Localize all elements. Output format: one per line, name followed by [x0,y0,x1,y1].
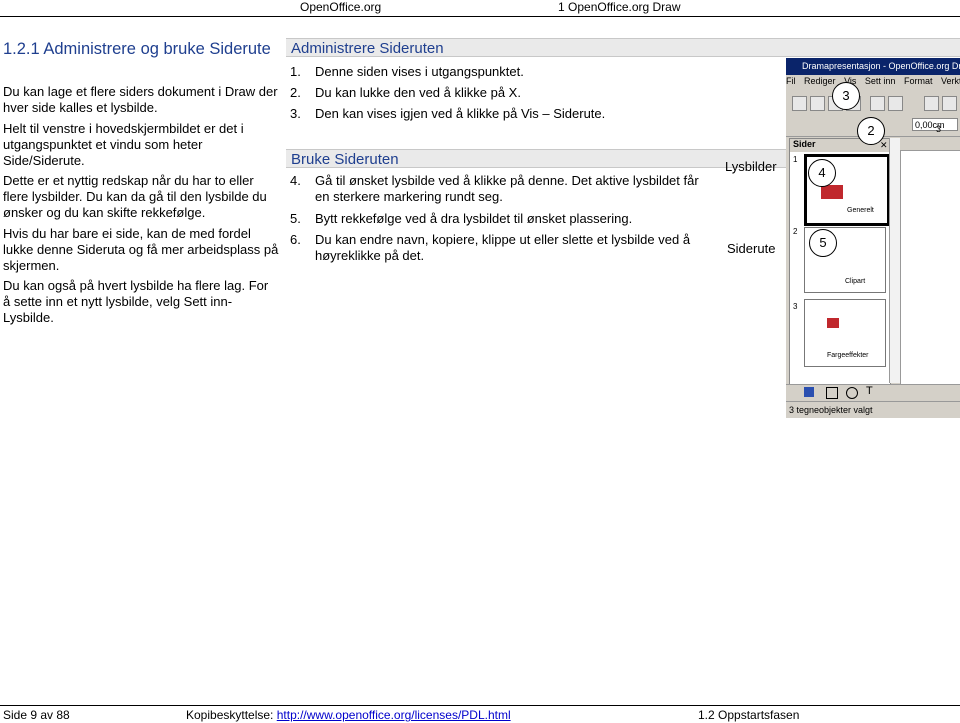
paragraph-4: Hvis du har bare ei side, kan de med for… [3,226,279,274]
slide-thumbnail-3[interactable]: Fargeeffekter [804,299,886,367]
drawing-toolbar: T [786,384,960,401]
list-item: 1. Denne siden vises i utgangspunktet. [290,64,730,80]
toolbar-button[interactable] [792,96,807,111]
item-number: 6. [290,232,301,247]
vertical-ruler [889,138,900,383]
toolbar-button[interactable] [870,96,885,111]
list-item: 2. Du kan lukke den ved å klikke på X. [290,85,730,101]
paragraph-3: Dette er et nyttig redskap når du har to… [3,173,279,221]
header-divider [0,16,960,17]
slide-number: 1 [793,155,798,164]
menu-item-rediger[interactable]: Rediger [804,76,836,86]
menu-item-sett-inn[interactable]: Sett inn [865,76,896,86]
marker-4: 4 [808,159,836,187]
paragraph-text: Dette er et nyttig redskap når du har to… [3,173,267,220]
item-text: Du kan endre navn, kopiere, klippe ut el… [315,232,691,263]
rectangle-tool-icon[interactable] [826,387,838,399]
drawing-canvas[interactable] [900,150,960,387]
menu-bar: Fil Rediger Vis Sett inn Format Verktøy … [786,76,960,90]
slide-pane: Sider ✕ 1 Generelt 2 Clipart 3 Fargeeffe… [789,138,891,385]
menu-item-format[interactable]: Format [904,76,933,86]
slide-caption: Clipart [845,278,866,285]
slide-caption: Fargeeffekter [827,352,869,359]
list-item: 3. Den kan vises igjen ved å klikke på V… [290,106,730,122]
footer-divider [0,705,960,706]
slide-caption: Generelt [847,207,874,214]
paragraph-text: Hvis du har bare ei side, kan de med for… [3,226,279,273]
footer-section: 1.2 Oppstartsfasen [698,708,800,722]
list-item: 6. Du kan endre navn, kopiere, klippe ut… [290,232,720,264]
paragraph-text: Du kan også på hvert lysbilde ha flere l… [3,278,269,325]
item-text: Du kan lukke den ved å klikke på X. [315,85,521,100]
paragraph-text: Helt til venstre i hovedskjermbildet er … [3,121,244,168]
paragraph-1: Du kan lage et flere siders dokument i D… [3,84,279,116]
paragraph-2: Helt til venstre i hovedskjermbildet er … [3,121,279,169]
close-icon[interactable]: ✕ [880,140,888,151]
item-number: 3. [290,106,301,121]
slide-number: 3 [793,302,798,311]
section-heading-administrere: Administrere Sideruten [286,38,960,57]
list-item: 4. Gå til ønsket lysbilde ved å klikke p… [290,173,710,205]
clipart-icon [827,318,839,328]
item-text: Den kan vises igjen ved å klikke på Vis … [315,106,606,121]
license-link[interactable]: http://www.openoffice.org/licenses/PDL.h… [277,708,511,722]
item-number: 2. [290,85,301,100]
item-number: 1. [290,64,301,79]
callout-siderute: Siderute [727,241,776,256]
header-left: OpenOffice.org [300,0,382,14]
marker-3: 3 [832,82,860,110]
license-label: Kopibeskyttelse: [186,708,274,722]
section-heading-bruke: Bruke Sideruten [286,149,786,168]
header-right: 1 OpenOffice.org Draw [558,0,681,14]
toolbar-button[interactable] [924,96,939,111]
item-text: Bytt rekkefølge ved å dra lysbildet til … [315,211,633,226]
clipart-icon [821,185,843,199]
paragraph-5: Du kan også på hvert lysbilde ha flere l… [3,278,279,326]
paragraph-text: Du kan lage et flere siders dokument i D… [3,84,278,115]
line-tool-icon[interactable] [804,387,814,397]
window-title: Dramapresentasjon - OpenOffice.org Draw [786,58,960,75]
menu-item-fil[interactable]: Fil [786,76,796,86]
status-bar: 3 tegneobjekter valgt [786,401,960,418]
list-item: 5. Bytt rekkefølge ved å dra lysbildet t… [290,211,730,227]
slide-number: 2 [793,227,798,236]
section-title: 1.2.1 Administrere og bruke Siderute [3,40,271,58]
marker-5: 5 [809,229,837,257]
footer-license: Kopibeskyttelse: http://www.openoffice.o… [186,708,511,722]
footer-page: Side 9 av 88 [3,708,70,722]
position-field[interactable]: 0,00cm [912,118,958,131]
marker-2: 2 [857,117,885,145]
item-number: 5. [290,211,301,226]
ellipse-tool-icon[interactable] [846,387,858,399]
item-text: Denne siden vises i utgangspunktet. [315,64,524,79]
ruler-value: 3 [936,124,942,134]
text-tool-icon[interactable]: T [866,385,873,397]
toolbar-button[interactable] [810,96,825,111]
menu-item-verktoy[interactable]: Verktøy [941,76,960,86]
item-text: Gå til ønsket lysbilde ved å klikke på d… [315,173,699,204]
callout-lysbilder: Lysbilder [725,159,777,174]
toolbar-button[interactable] [942,96,957,111]
item-number: 4. [290,173,301,188]
toolbar-button[interactable] [888,96,903,111]
